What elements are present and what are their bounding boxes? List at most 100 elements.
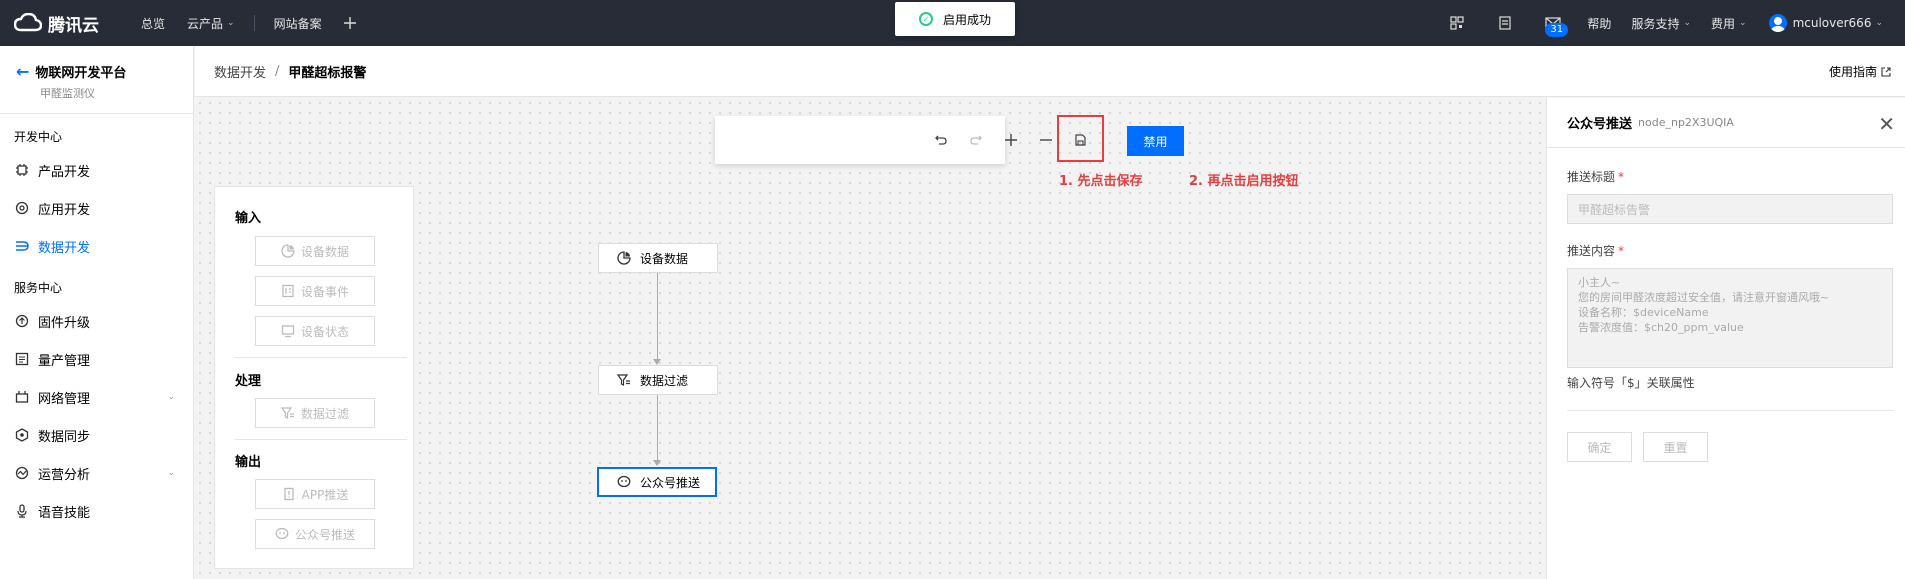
sidebar-item-label: 量产管理 [38, 353, 91, 369]
avatar [1768, 14, 1787, 32]
push-content-label-text: 推送内容 [1567, 244, 1616, 258]
sidebar-item-network[interactable]: 网络管理 ⌄ [0, 378, 193, 416]
breadcrumb-separator: / [275, 63, 280, 79]
flow-node-device-data[interactable]: 设备数据 [598, 243, 718, 273]
palette-section-input: 输入 [235, 211, 262, 226]
gear-icon [14, 200, 30, 216]
required-mark: * [1618, 244, 1625, 258]
billing-menu[interactable]: 费用 ⌄ [1701, 15, 1757, 32]
page-header: 数据开发 / 甲醛超标报警 使用指南 [195, 46, 1905, 97]
content-line: 设备名称：$deviceName [1578, 306, 1709, 319]
list-icon [14, 351, 30, 367]
push-content-textarea[interactable]: 小主人~ 您的房间甲醛浓度超过安全值，请注意开窗通风哦~ 设备名称：$devic… [1567, 268, 1893, 368]
palette-item-wechat-push[interactable]: 公众号推送 [255, 519, 375, 549]
sidebar-item-data-sync[interactable]: 数据同步 [0, 416, 193, 454]
node-config-panel: 公众号推送 node_np2X3UQIA ✕ 推送标题 * 甲醛超标告警 推送内容… [1546, 98, 1905, 579]
toast-message: 启用成功 [942, 12, 991, 27]
sidebar-item-analytics[interactable]: 运营分析 ⌄ [0, 454, 193, 492]
flow-node-label: 数据过滤 [640, 373, 689, 388]
support-menu[interactable]: 服务支持 ⌄ [1621, 15, 1701, 32]
zoom-in-button[interactable] [993, 116, 1028, 164]
palette-item-label: 数据过滤 [300, 406, 349, 421]
billing-label: 费用 [1711, 16, 1736, 31]
node-id: node_np2X3UQIA [1638, 116, 1734, 129]
flow-edge [657, 395, 658, 462]
nav-products-label: 云产品 [187, 16, 224, 31]
palette-section-process: 处理 [235, 374, 262, 389]
palette-item-data-filter[interactable]: 数据过滤 [255, 398, 375, 428]
node-palette: 输入 设备数据 设备事件 设备状态 处理 数据过滤 输出 APP推送 公众号推送 [214, 186, 414, 569]
breadcrumb-parent[interactable]: 数据开发 [214, 62, 266, 81]
logo[interactable]: 腾讯云 [0, 11, 130, 36]
palette-item-app-push[interactable]: APP推送 [255, 479, 375, 509]
reset-button[interactable]: 重置 [1643, 432, 1708, 462]
group-dev-center: 开发中心 [14, 130, 63, 144]
mail-count-badge: 31 [1545, 23, 1569, 37]
docs-button[interactable] [1481, 16, 1529, 30]
sidebar-item-product-dev[interactable]: 产品开发 [0, 151, 193, 189]
panel-header: 公众号推送 node_np2X3UQIA ✕ [1547, 98, 1905, 148]
confirm-button[interactable]: 确定 [1567, 432, 1632, 462]
sidebar-item-mass-production[interactable]: 量产管理 [0, 340, 193, 378]
add-shortcut-button[interactable] [333, 17, 367, 29]
qrcode-button[interactable] [1433, 16, 1481, 30]
user-guide-label: 使用指南 [1828, 65, 1877, 79]
content-line: 告警浓度值：$ch20_ppm_value [1578, 321, 1744, 334]
top-navbar: 腾讯云 总览 云产品 ⌄ 网站备案 ✓ 启用成功 31 帮助 服务支持 ⌄ 费用 ⌄ … [0, 0, 1905, 46]
cloud-logo-icon [14, 13, 42, 32]
push-title-input[interactable]: 甲醛超标告警 [1567, 194, 1893, 224]
redo-icon [969, 135, 982, 145]
help-label: 帮助 [1587, 16, 1612, 31]
sidebar: ← 物联网开发平台 甲醛监测仪 开发中心 产品开发 应用开发 数据开发 服务中心… [0, 46, 194, 579]
platform-title: 物联网开发平台 [35, 66, 127, 81]
palette-item-label: APP推送 [301, 487, 349, 502]
user-menu[interactable]: mculover666 ⌄ [1757, 14, 1905, 32]
mail-button[interactable]: 31 [1529, 17, 1577, 37]
chevron-down-icon: ⌄ [167, 392, 175, 402]
redo-button[interactable] [958, 116, 993, 164]
app-push-icon [284, 487, 294, 501]
filter-icon [280, 407, 294, 419]
palette-item-device-data[interactable]: 设备数据 [255, 236, 375, 266]
network-icon [14, 389, 30, 405]
user-guide-link[interactable]: 使用指南 [1829, 63, 1891, 80]
chevron-down-icon: ⌄ [227, 18, 235, 28]
undo-button[interactable] [923, 116, 958, 164]
flow-node-label: 设备数据 [640, 251, 689, 266]
disable-button[interactable]: 禁用 [1127, 126, 1184, 156]
palette-item-device-status[interactable]: 设备状态 [255, 316, 375, 346]
back-arrow-icon[interactable]: ← [16, 62, 29, 81]
sidebar-item-label: 运营分析 [38, 467, 91, 483]
chevron-down-icon: ⌄ [167, 468, 175, 478]
content-line: 小主人~ [1578, 276, 1621, 289]
qrcode-icon [1450, 16, 1465, 30]
sidebar-item-data-dev[interactable]: 数据开发 [0, 227, 193, 265]
palette-item-label: 设备数据 [300, 244, 349, 259]
back-to-platform[interactable]: ← 物联网开发平台 [16, 62, 177, 81]
flow-node-wechat-push[interactable]: 公众号推送 [597, 467, 717, 497]
close-icon[interactable]: ✕ [1878, 112, 1895, 136]
flow-node-data-filter[interactable]: 数据过滤 [598, 365, 718, 395]
sidebar-item-firmware[interactable]: 固件升级 [0, 302, 193, 340]
nav-overview[interactable]: 总览 [130, 15, 176, 32]
sidebar-item-label: 应用开发 [38, 202, 91, 218]
nav-icp[interactable]: 网站备案 [263, 15, 333, 32]
undo-icon [934, 135, 947, 145]
monitor-icon [281, 325, 295, 338]
palette-item-label: 设备状态 [300, 324, 349, 339]
content-line: 您的房间甲醛浓度超过安全值，请注意开窗通风哦~ [1578, 291, 1830, 304]
sidebar-item-app-dev[interactable]: 应用开发 [0, 189, 193, 227]
document-icon [1499, 16, 1512, 30]
content-hint: 输入符号「$」关联属性 [1567, 376, 1695, 390]
sidebar-item-voice[interactable]: 语音技能 [0, 492, 193, 530]
product-name: 甲醛监测仪 [40, 87, 95, 100]
palette-item-device-event[interactable]: 设备事件 [255, 276, 375, 306]
sync-icon [14, 427, 30, 443]
nav-products[interactable]: 云产品 ⌄ [176, 15, 246, 32]
plus-icon [343, 17, 356, 29]
chevron-down-icon: ⌄ [1739, 18, 1747, 28]
nav-overview-label: 总览 [141, 16, 166, 31]
flow-edge [657, 273, 658, 361]
help-link[interactable]: 帮助 [1577, 15, 1621, 32]
nav-icp-label: 网站备案 [273, 16, 322, 31]
